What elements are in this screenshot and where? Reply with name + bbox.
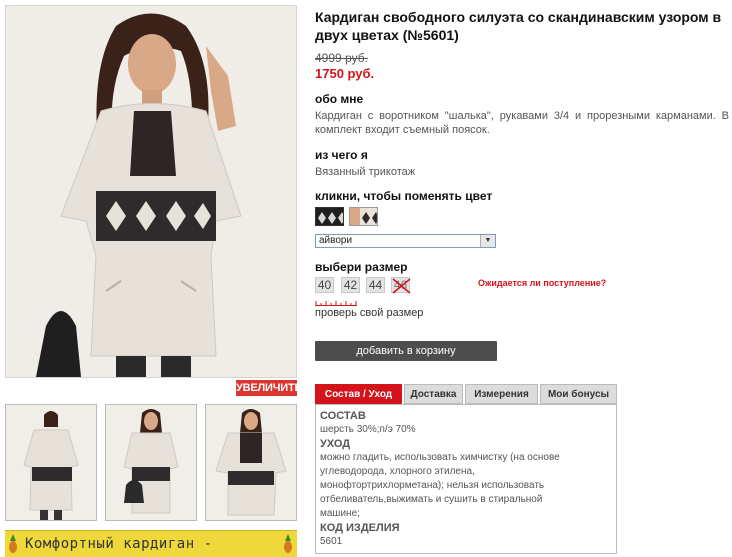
color-select-value: айвори (319, 235, 353, 246)
care-line: отбеливатель,выжимать и сушить в стираль… (320, 494, 543, 505)
promo-banner-text: Комфортный кардиган - (25, 536, 213, 552)
about-text: Кардиган с воротником "шалька", рукавами… (315, 110, 729, 136)
code-heading: КОД ИЗДЕЛИЯ (320, 522, 400, 534)
size-heading: выбери размер (315, 260, 408, 274)
ruler-icon (315, 301, 357, 306)
tab-delivery[interactable]: Доставка (404, 384, 463, 404)
tab-panel: СОСТАВ шерсть 30%;п/э 70% УХОД можно гла… (315, 404, 617, 554)
pineapple-icon (284, 534, 292, 553)
color-swatch-ivory[interactable] (349, 207, 378, 226)
care-line: можно гладить, использовать химчистку (н… (320, 452, 560, 463)
product-thumbnail-3[interactable] (205, 404, 297, 521)
care-heading: УХОД (320, 438, 351, 450)
cross-icon (392, 278, 411, 294)
tab-measurements[interactable]: Измерения (465, 384, 538, 404)
chevron-down-icon[interactable]: ▼ (480, 235, 495, 247)
product-thumbnail-1[interactable] (5, 404, 97, 521)
promo-banner[interactable]: Комфортный кардиган - (5, 530, 297, 557)
color-swatch-black[interactable] (315, 207, 344, 226)
expect-restock-link[interactable]: Ожидается ли поступление? (478, 278, 606, 288)
size-option-46-unavailable: 46 (391, 277, 411, 294)
size-option-42[interactable]: 42 (341, 277, 360, 293)
composition-heading: СОСТАВ (320, 410, 366, 422)
pineapple-icon (9, 534, 17, 553)
product-code: 5601 (320, 536, 343, 547)
info-tabs: Состав / Уход Доставка Измерения Мои бон… (315, 384, 617, 404)
size-option-44[interactable]: 44 (366, 277, 385, 293)
new-price: 1750 руб. (315, 66, 375, 81)
zoom-button[interactable]: УВЕЛИЧИТЬ (236, 380, 302, 396)
tab-my-bonuses[interactable]: Мои бонусы (540, 384, 617, 404)
add-to-cart-button[interactable]: добавить в корзину (315, 341, 497, 361)
check-size-link[interactable]: проверь свой размер (315, 307, 423, 319)
care-line: углеводорода, хлорного этилена, (320, 466, 475, 477)
tab-composition-care[interactable]: Состав / Уход (315, 384, 402, 404)
product-title: Кардиган свободного силуэта со скандинав… (315, 9, 722, 43)
about-heading: обо мне (315, 92, 364, 106)
composition-text: шерсть 30%;п/э 70% (320, 424, 416, 435)
care-line: монофтортрихлорметана); нельзя использов… (320, 480, 545, 491)
product-thumbnail-2[interactable] (105, 404, 197, 521)
color-heading: кликни, чтобы поменять цвет (315, 189, 493, 203)
color-select[interactable]: айвори ▼ (315, 234, 496, 248)
size-option-40[interactable]: 40 (315, 277, 334, 293)
product-main-photo[interactable] (5, 5, 297, 378)
old-price: 4999 руб. (315, 51, 368, 65)
material-text: Вязанный трикотаж (315, 166, 416, 178)
material-heading: из чего я (315, 148, 368, 162)
care-line: машине; (320, 508, 360, 519)
